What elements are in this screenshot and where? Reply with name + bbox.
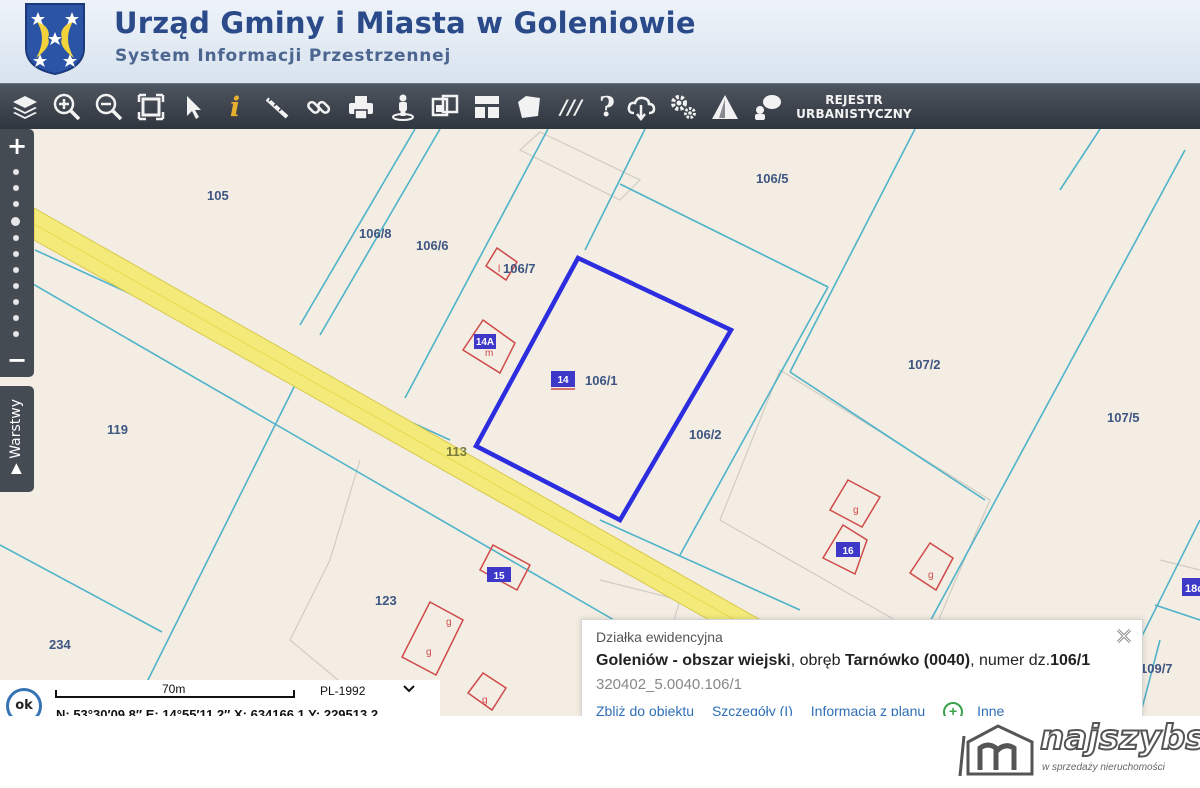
building [828,479,882,528]
zoom-in-icon[interactable] [50,89,84,125]
popup-parcel-description: Goleniów - obszar wiejski, obręb Tarnówk… [596,652,1090,670]
zoom-level-current-dot[interactable] [11,217,20,226]
building-label-16: 16 [842,546,854,557]
building [908,541,954,592]
info-icon[interactable]: i [218,89,252,125]
rejestr-line2: URBANISTYCZNY [796,107,912,121]
popup-sep: , obręb [790,652,845,669]
parcel-label-107-5: 107/5 [1107,410,1140,425]
parcel-label-106-2: 106/2 [689,427,722,442]
zoom-in-button[interactable]: + [0,133,34,159]
parcel-label-105: 105 [207,188,229,203]
building-letter-g: g [426,647,432,658]
house-logo-icon [958,724,1034,777]
parcel-label-113: 113 [446,444,467,459]
street-view-icon[interactable] [386,89,420,125]
map-toolbar: i /// ? REJESTR URBANISTYCZNY [0,83,1200,130]
scale-panel: ok 70m PL-1992 N: 53°30′09.8″ E: 14°55′1… [0,680,440,724]
popup-district: Tarnówko (0040) [844,652,971,669]
parcel-info-popup: Działka ewidencyjna Goleniów - obszar wi… [581,619,1143,722]
zoom-level-dot[interactable] [13,251,19,257]
page-title: Urząd Gminy i Miasta w Goleniowie [114,6,696,40]
parcel-labels: 105 106/5 106/8 106/6 106/7 107/2 106/1 … [49,171,1200,676]
link-icon[interactable] [302,89,336,125]
popup-sep: , numer dz. [970,652,1051,669]
chat-icon[interactable] [750,89,784,125]
layers-tab-text: Warstwy [8,398,24,459]
zoom-level-dot[interactable] [13,315,19,321]
watermark: najszybsi w sprzedaży nieruchomości [958,717,1200,780]
zoom-level-dot[interactable] [13,331,19,337]
zoom-level-dot[interactable] [13,185,19,191]
building-label-14a: 14A [476,337,494,348]
parcel-label-109-7: 109/7 [1140,661,1173,676]
measure-distance-icon[interactable] [260,89,294,125]
zoom-level-dot[interactable] [13,201,19,207]
rejestr-urbanistyczny-button[interactable]: REJESTR URBANISTYCZNY [794,93,914,121]
layers-panel-tab[interactable]: ▶ Warstwy [0,386,34,492]
popup-parcel-identifier: 320402_5.0040.106/1 [596,676,742,693]
cloud-download-icon[interactable] [624,89,658,125]
building-label-14: 14 [557,375,569,386]
building-letter-l: l [498,264,500,275]
zoom-level-dot[interactable] [13,169,19,175]
parcel-label-106-7: 106/7 [503,261,536,276]
zoom-out-icon[interactable] [92,89,126,125]
chevron-down-icon[interactable] [402,682,416,699]
crest-logo-icon [25,3,85,76]
layers-icon[interactable] [8,89,42,125]
watermark-tagline: w sprzedaży nieruchomości [1042,762,1165,773]
layers-tab-label: ▶ Warstwy [8,399,24,474]
zoom-level-dot[interactable] [13,235,19,241]
select-arrow-icon[interactable] [176,89,210,125]
building-letter-g: g [482,695,488,706]
parcel-label-107-2: 107/2 [908,357,941,372]
building-label-15: 15 [493,571,505,582]
projection-select[interactable]: PL-1992 [320,684,365,698]
building-number-boxes [474,334,1200,596]
zoom-level-dot[interactable] [13,299,19,305]
building-letter-g: g [446,617,452,628]
parcel-label-106-1: 106/1 [585,373,618,388]
scale-bar [55,690,295,698]
rejestr-line1: REJESTR [825,93,883,107]
popup-place: Goleniów - obszar wiejski [596,652,791,669]
help-icon[interactable]: ? [590,89,624,125]
building [400,600,464,677]
compare-maps-icon[interactable] [428,89,462,125]
zoom-level-dot[interactable] [13,283,19,289]
area-icon[interactable] [512,89,546,125]
zoom-slider[interactable]: + − [0,129,34,377]
watermark-brand: najszybsi [1039,717,1200,759]
parcel-label-106-8: 106/8 [359,226,392,241]
close-icon[interactable] [1114,626,1134,646]
layout-icon[interactable] [470,89,504,125]
zoom-level-dot[interactable] [13,267,19,273]
building-letter-m: m [485,348,493,359]
popup-parcel-number: 106/1 [1050,652,1091,669]
popup-heading: Działka ewidencyjna [596,629,723,645]
parcel-label-106-6: 106/6 [416,238,449,253]
settings-icon[interactable] [666,89,700,125]
expand-arrow-icon: ▶ [8,463,24,474]
page-subtitle: System Informacji Przestrzennej [115,46,452,66]
building-number-labels: 14A 14 15 16 [476,337,854,582]
parcel-label-234: 234 [49,637,71,652]
building-letter-g: g [853,505,859,516]
zoom-out-button[interactable]: − [0,347,34,373]
hatch-icon[interactable]: /// [554,89,588,125]
parcel-label-123: 123 [375,593,397,608]
parcel-label-106-5: 106/5 [756,171,789,186]
app-header: Urząd Gminy i Miasta w Goleniowie System… [0,0,1200,84]
print-icon[interactable] [344,89,378,125]
parcel-label-18c: 18c [1185,583,1200,595]
parcel-label-119: 119 [107,422,128,437]
building-letter-g: g [928,570,934,581]
zoom-extent-icon[interactable] [134,89,168,125]
warning-icon[interactable] [708,89,742,125]
